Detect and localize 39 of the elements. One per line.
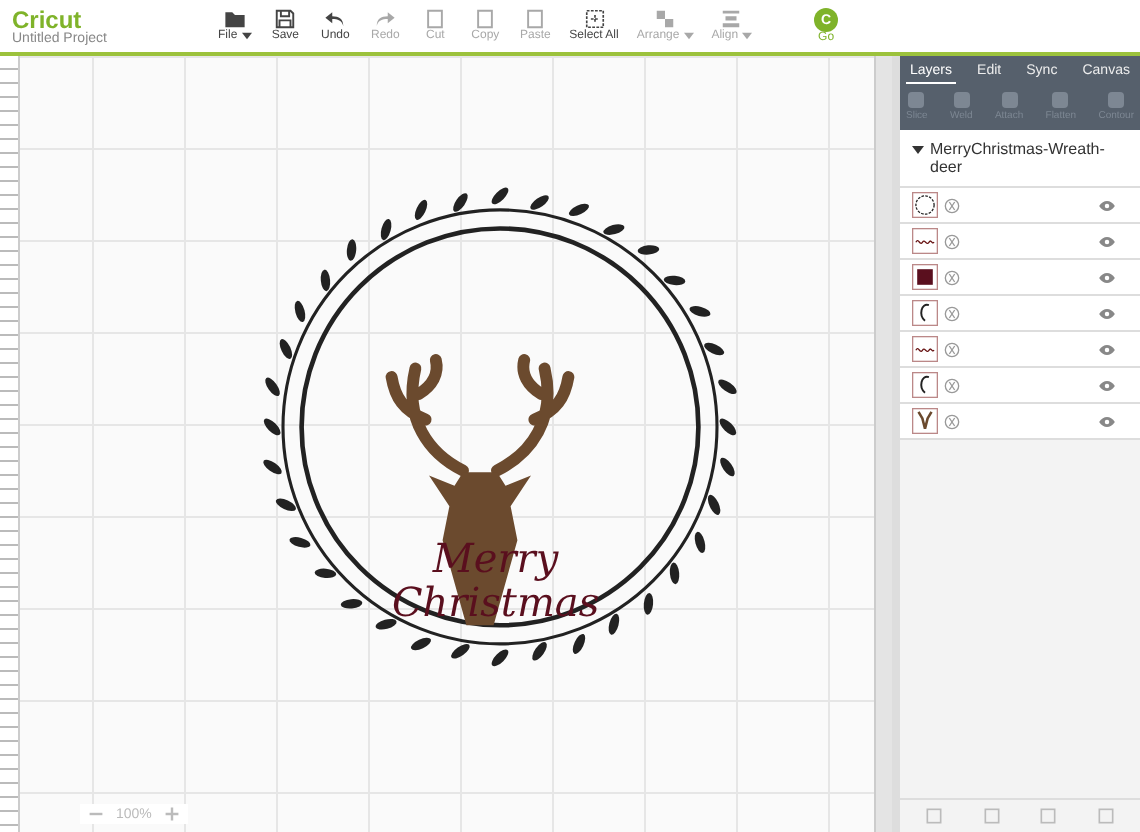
layer-thumbnail <box>912 192 938 218</box>
group-name: MerryChristmas-Wreath-deer <box>930 140 1107 176</box>
folder-icon <box>223 8 246 30</box>
zoom-in-icon[interactable] <box>163 806 180 822</box>
caret-icon <box>912 144 924 156</box>
layer-row[interactable] <box>900 260 1140 296</box>
visibility-eye-icon[interactable] <box>1098 379 1116 391</box>
visibility-eye-icon[interactable] <box>1098 343 1116 355</box>
attach-icon[interactable] <box>944 305 960 321</box>
panel-action-icon[interactable] <box>924 806 945 826</box>
layer-thumbnail <box>912 408 938 434</box>
visibility-eye-icon[interactable] <box>1098 271 1116 283</box>
panel-action-icon[interactable] <box>1038 806 1059 826</box>
visibility-eye-icon[interactable] <box>1098 415 1116 427</box>
attach-icon[interactable] <box>944 377 960 393</box>
attach-icon[interactable] <box>944 341 960 357</box>
vertical-scrollbar[interactable] <box>874 56 892 832</box>
align-icon <box>720 8 743 30</box>
attach-icon[interactable] <box>944 233 960 249</box>
panel-action-icon[interactable] <box>981 806 1002 826</box>
select-icon <box>583 8 606 30</box>
layer-thumbnail <box>912 336 938 362</box>
attach-icon[interactable] <box>944 269 960 285</box>
app-logo: Cricut <box>12 7 82 31</box>
redo-icon <box>374 8 397 30</box>
attach-icon[interactable] <box>944 413 960 429</box>
layer-group-header[interactable]: MerryChristmas-Wreath-deer <box>900 130 1140 188</box>
layer-thumbnail <box>912 372 938 398</box>
save-icon <box>274 8 297 30</box>
visibility-eye-icon[interactable] <box>1098 199 1116 211</box>
attach-icon[interactable] <box>944 197 960 213</box>
panel-action-icon[interactable] <box>1095 806 1116 826</box>
layer-thumbnail <box>912 264 938 290</box>
layer-thumbnail <box>912 228 938 254</box>
visibility-eye-icon[interactable] <box>1098 235 1116 247</box>
arrange-icon <box>654 8 677 30</box>
undo-icon <box>324 8 347 30</box>
visibility-eye-icon[interactable] <box>1098 307 1116 319</box>
layer-thumbnail <box>912 300 938 326</box>
